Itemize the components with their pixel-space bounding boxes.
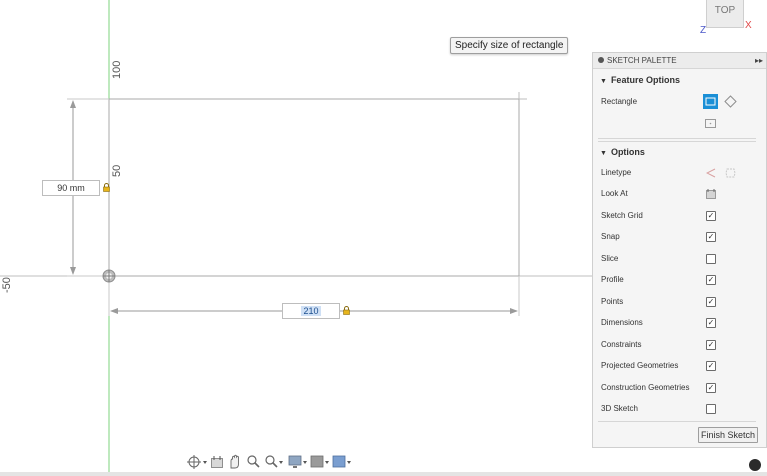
look-at-icon[interactable] <box>706 189 716 199</box>
axis-label-50: 50 <box>111 164 123 177</box>
finish-sketch-button[interactable]: Finish Sketch <box>698 427 758 443</box>
options-header[interactable]: ▼ Options <box>593 141 766 163</box>
axis-x-label: X <box>745 20 752 31</box>
dimensions-checkbox[interactable]: ✓ <box>706 318 716 328</box>
option-label: Construction Geometries <box>601 383 690 392</box>
height-arrow-top <box>70 100 76 108</box>
option-row-snap: Snap ✓ <box>593 227 766 247</box>
expand-icon[interactable]: ▸▸ <box>755 53 763 68</box>
divider <box>598 141 756 142</box>
snap-checkbox[interactable]: ✓ <box>706 232 716 242</box>
lock-icon[interactable] <box>343 306 350 315</box>
width-dimension-value: 210 <box>301 306 321 316</box>
option-row-sketch-grid: Sketch Grid ✓ <box>593 206 766 226</box>
origin-point-icon <box>102 269 116 283</box>
option-row-projected-geometries: Projected Geometries ✓ <box>593 356 766 376</box>
option-label: 3D Sketch <box>601 404 638 413</box>
option-row-constraints: Constraints ✓ <box>593 335 766 355</box>
divider <box>598 138 756 139</box>
centerline-icon[interactable] <box>725 168 736 178</box>
option-label: Constraints <box>601 340 642 349</box>
orbit-icon[interactable] <box>186 454 208 470</box>
navigation-toolbar <box>186 452 352 472</box>
palette-icon <box>598 56 604 63</box>
construction-geometries-checkbox[interactable]: ✓ <box>706 383 716 393</box>
option-row-construction-geometries: Construction Geometries ✓ <box>593 378 766 398</box>
rectangle-label: Rectangle <box>601 97 638 106</box>
two-point-rectangle-icon[interactable] <box>703 94 718 109</box>
status-strip <box>0 472 767 476</box>
construction-line-icon[interactable] <box>706 168 716 178</box>
option-label: Dimensions <box>601 318 643 327</box>
options-section: ▼ Options <box>593 141 766 163</box>
axis-label-neg50: -50 <box>1 277 13 293</box>
axis-z-label: Z <box>700 25 707 36</box>
palette-title: SKETCH PALETTE <box>607 56 677 65</box>
height-arrow-bottom <box>70 267 76 275</box>
sketch-rectangle <box>108 98 520 277</box>
viewcube-face-label: TOP <box>714 5 736 16</box>
zoom-icon[interactable] <box>246 454 260 470</box>
look-at-icon[interactable] <box>210 454 224 470</box>
viewcube[interactable]: TOP <box>706 0 744 28</box>
pan-icon[interactable] <box>228 454 242 470</box>
divider <box>598 421 756 422</box>
option-row-3d-sketch: 3D Sketch <box>593 399 766 419</box>
profile-checkbox[interactable]: ✓ <box>706 275 716 285</box>
three-point-rectangle-icon[interactable] <box>724 95 737 108</box>
option-label: Sketch Grid <box>601 211 643 220</box>
height-dimension-input[interactable]: 90 mm <box>42 180 100 196</box>
tooltip: Specify size of rectangle <box>450 37 569 54</box>
width-arrow-left <box>110 308 118 314</box>
option-label: Points <box>601 297 624 306</box>
option-label: Projected Geometries <box>601 361 679 370</box>
feature-options-title: Feature Options <box>610 75 680 85</box>
option-row-slice: Slice <box>593 249 766 269</box>
linetype-row: Linetype <box>593 163 766 183</box>
axis-label-100: 100 <box>111 60 123 79</box>
width-arrow-right <box>510 308 518 314</box>
sketch-palette: SKETCH PALETTE ▸▸ ▼ Feature Options Recta… <box>592 52 767 448</box>
collapse-triangle-icon: ▼ <box>600 78 607 85</box>
option-row-dimensions: Dimensions ✓ <box>593 313 766 333</box>
zoom-window-icon[interactable] <box>264 454 284 470</box>
option-label: Profile <box>601 275 624 284</box>
options-title: Options <box>610 147 645 157</box>
display-settings-icon[interactable] <box>288 454 308 470</box>
sketch-grid-checkbox[interactable]: ✓ <box>706 211 716 221</box>
option-row-profile: Profile ✓ <box>593 270 766 290</box>
lock-icon[interactable] <box>103 183 110 192</box>
points-checkbox[interactable]: ✓ <box>706 297 716 307</box>
look-at-label: Look At <box>601 189 628 198</box>
look-at-row: Look At <box>593 184 766 204</box>
palette-header: SKETCH PALETTE ▸▸ <box>593 53 766 69</box>
autodesk-logo-icon <box>749 459 761 471</box>
feature-options-header[interactable]: ▼ Feature Options <box>593 69 766 91</box>
width-dimension-input[interactable]: 210 <box>282 303 340 319</box>
collapse-triangle-icon: ▼ <box>600 150 607 157</box>
projected-geometries-checkbox[interactable]: ✓ <box>706 361 716 371</box>
option-row-points: Points ✓ <box>593 292 766 312</box>
constraints-checkbox[interactable]: ✓ <box>706 340 716 350</box>
center-rectangle-icon[interactable] <box>705 119 716 128</box>
visual-style-icon[interactable] <box>310 454 330 470</box>
option-label: Slice <box>601 254 619 263</box>
slice-checkbox[interactable] <box>706 254 716 264</box>
linetype-label: Linetype <box>601 168 632 177</box>
feature-options-section: ▼ Feature Options <box>593 69 766 91</box>
3d-sketch-checkbox[interactable] <box>706 404 716 414</box>
rectangle-option-row: Rectangle <box>593 92 766 112</box>
option-label: Snap <box>601 232 620 241</box>
environment-icon[interactable] <box>332 454 352 470</box>
